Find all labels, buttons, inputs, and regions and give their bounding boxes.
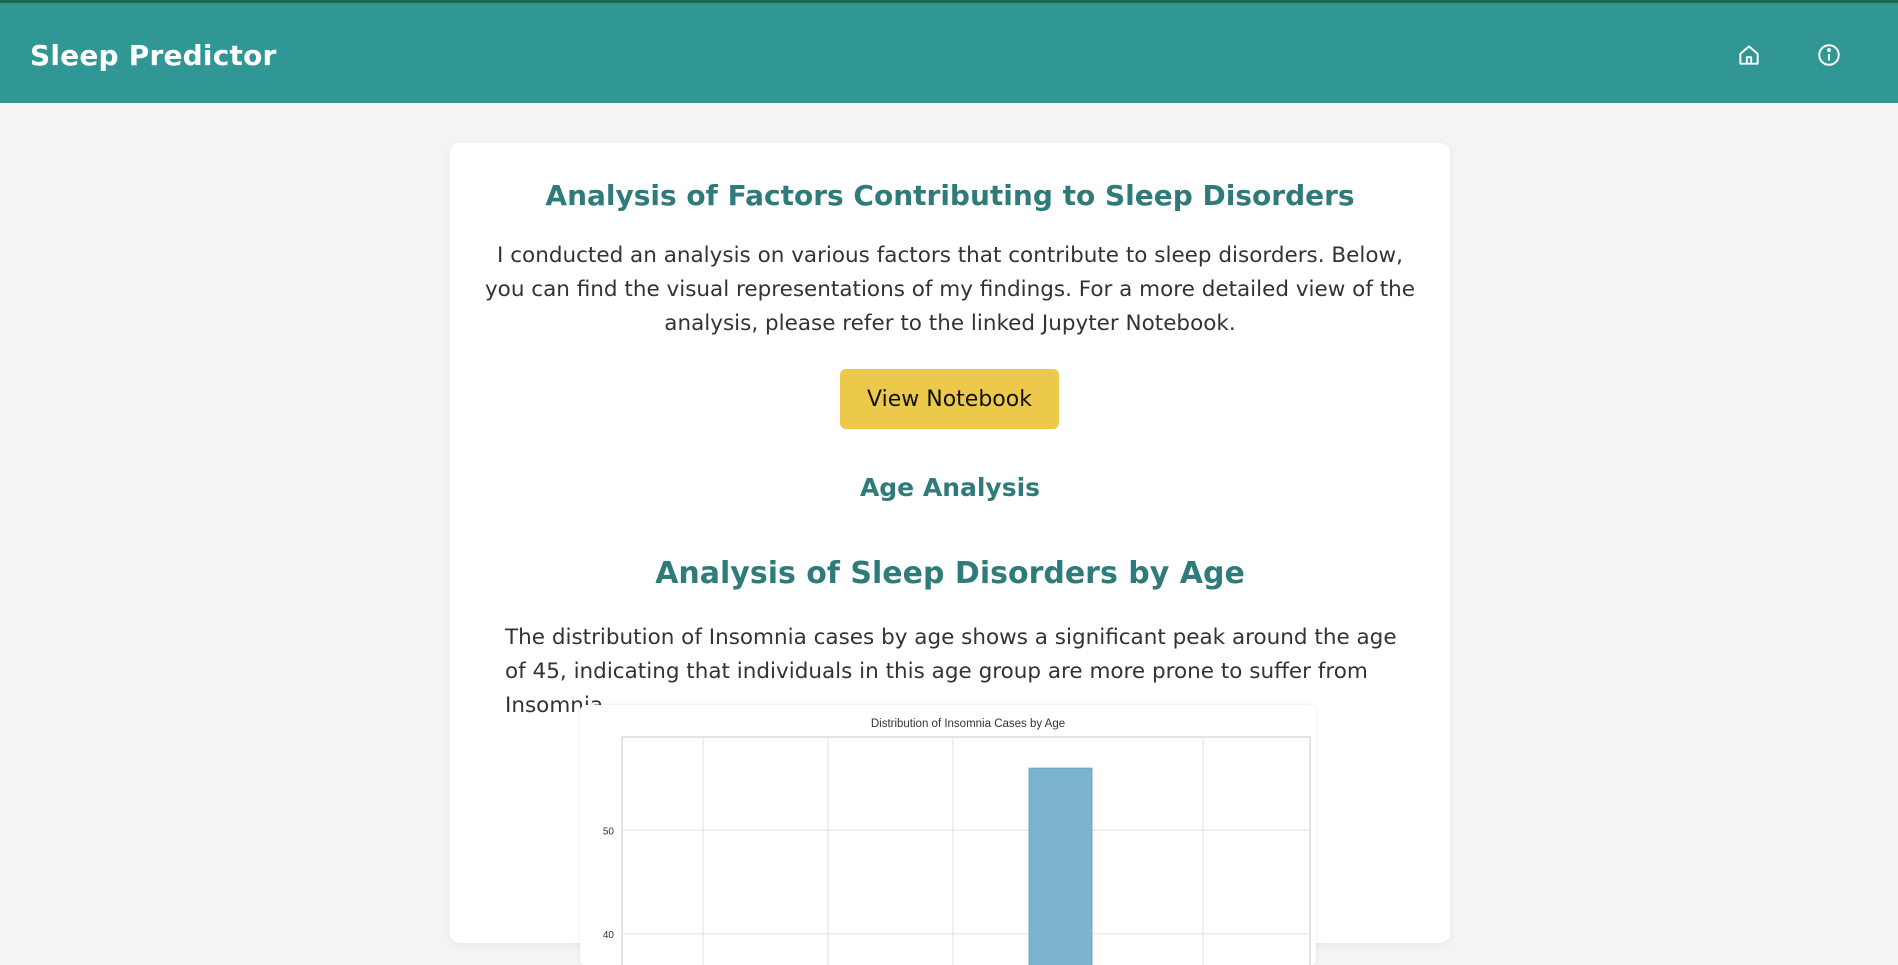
view-notebook-button[interactable]: View Notebook [840,369,1059,429]
app-title[interactable]: Sleep Predictor [30,39,277,72]
home-icon[interactable] [1735,41,1763,69]
analysis-card: Analysis of Factors Contributing to Slee… [450,143,1450,965]
header-bar: Sleep Predictor [0,0,1898,103]
y-tick-label: 50 [603,826,615,837]
page-title: Analysis of Factors Contributing to Slee… [545,179,1355,212]
section-heading: Age Analysis [859,473,1041,502]
subsection-title: Analysis of Sleep Disorders by Age [655,556,1245,591]
y-tick-label: 40 [603,930,615,941]
insomnia-age-chart: Distribution of Insomnia Cases by Age 40… [603,718,1311,965]
chart-bar [1028,767,1093,965]
info-icon[interactable] [1815,41,1843,69]
plot-frame [621,736,1311,965]
chart-container: Distribution of Insomnia Cases by Age 40… [580,705,1316,965]
chart-title: Distribution of Insomnia Cases by Age [871,718,1065,730]
intro-text: I conducted an analysis on various facto… [484,243,1416,336]
